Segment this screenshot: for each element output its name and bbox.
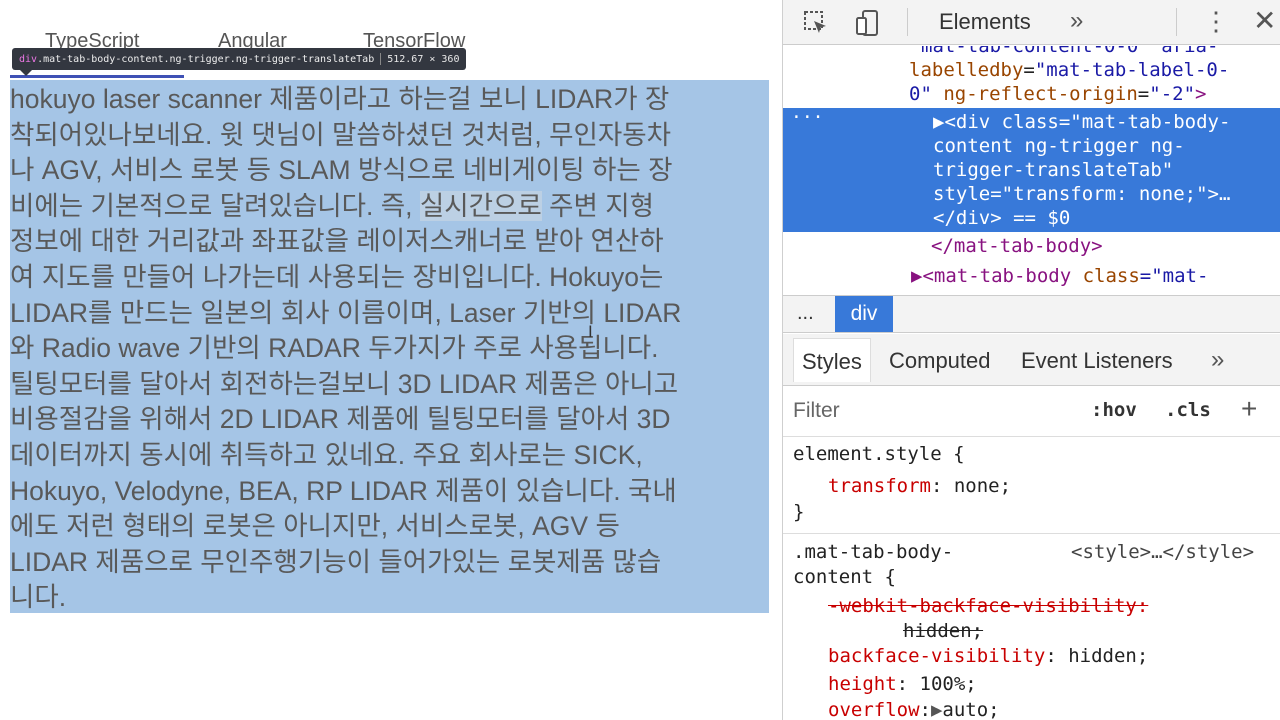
toolbar-divider — [907, 8, 908, 36]
new-rule-icon[interactable]: + — [1241, 393, 1257, 425]
dom-tree[interactable]: mat-tab-content-0-0" aria- labelledby="m… — [783, 46, 1280, 294]
css-declaration-overridden[interactable]: -webkit-backface-visibility: — [828, 594, 1148, 619]
dom-line: ▶<div class="mat-tab-body- — [933, 111, 1231, 133]
close-brace: } — [793, 501, 805, 523]
article-line: 데이터까지 동시에 취득하고 있네요. 주요 회사로는 SICK, — [10, 439, 643, 470]
styles-subtabs: Styles Computed Event Listeners » — [783, 334, 1280, 386]
article-line: LIDAR 제품으로 무인주행기능이 들어가있는 로봇제품 많습 — [10, 546, 662, 577]
article-line: hokuyo laser scanner 제품이라고 하는걸 보니 LIDAR가… — [10, 84, 670, 114]
styles-filter-bar: :hov .cls + — [783, 387, 1280, 437]
breadcrumb-overflow[interactable]: ... — [797, 302, 814, 325]
expand-triangle-icon[interactable]: ▶ — [931, 699, 942, 720]
article-segment: 주변 지형 — [541, 190, 655, 221]
devtools-toolbar: Elements » ⋮ ✕ — [783, 0, 1280, 45]
element-inspect-tooltip: div .mat-tab-body-content.ng-trigger.ng-t… — [12, 48, 467, 70]
highlighted-word: 실시간으로 — [419, 190, 542, 221]
article-line: 니다. — [10, 582, 67, 613]
tab-computed[interactable]: Computed — [889, 348, 991, 374]
dom-line: content ng-trigger ng- — [933, 135, 1185, 157]
selected-dom-node[interactable]: ▶<div class="mat-tab-body- content ng-tr… — [783, 108, 1280, 232]
element-style-selector: element.style { — [793, 443, 965, 465]
tooltip-classes: .mat-tab-body-content.ng-trigger.ng-trig… — [37, 53, 375, 65]
article-line: 비에는 기본적으로 달려있습니다. 즉, 실시간으로 주변 지형 — [10, 189, 769, 225]
styles-pane: element.style { transform: none; } .mat-… — [783, 438, 1280, 720]
close-icon[interactable]: ✕ — [1253, 4, 1276, 37]
dom-line: 0" ng-reflect-origin="-2"> — [909, 83, 1207, 105]
css-declaration[interactable]: height: 100%; — [828, 672, 977, 697]
tab-elements[interactable]: Elements — [939, 9, 1031, 35]
page-content: TypeScript Angular TensorFlow hokuyo las… — [0, 0, 782, 720]
article-line: LIDAR를 만드는 일본의 회사 이름이며, Laser 기반의 LIDAR — [10, 297, 682, 328]
css-declaration[interactable]: overflow:▶auto; — [828, 698, 1000, 720]
dom-line[interactable]: ▶<mat-tab-body class="mat- — [911, 264, 1208, 289]
dom-line: trigger-translateTab" — [933, 159, 1174, 181]
dom-line: </mat-tab-body> — [931, 235, 1103, 257]
tab-event-listeners[interactable]: Event Listeners — [1021, 348, 1173, 374]
article-line: 에도 저런 형태의 로봇은 아니지만, 서비스로봇, AGV 등 — [10, 511, 620, 542]
tab-styles[interactable]: Styles — [793, 338, 871, 382]
tooltip-arrow-icon — [20, 70, 32, 76]
rule-divider — [783, 533, 1280, 534]
rule-selector: content { — [793, 566, 896, 588]
article-line: Hokuyo, Velodyne, BEA, RP LIDAR 제품이 있습니다… — [10, 475, 677, 506]
text-cursor-icon: I — [588, 322, 593, 341]
css-value-overridden: hidden; — [903, 620, 984, 642]
tooltip-tag: div — [19, 53, 38, 65]
kebab-menu-icon[interactable]: ⋮ — [1203, 6, 1229, 37]
node-actions-icon[interactable]: ··· — [791, 106, 824, 131]
dom-line: mat-tab-content-0-0" aria- — [921, 46, 1219, 57]
tooltip-divider — [380, 53, 382, 65]
device-toolbar-icon[interactable] — [853, 8, 883, 38]
dom-line: </div> == $0 — [933, 207, 1071, 229]
article-line: 와 Radio wave 기반의 RADAR 두가지가 주로 사용됩니다. — [10, 333, 659, 364]
article-line: 착되어있나보네요. 윗 댓님이 말씀하셨던 것처럼, 무인자동차 — [10, 119, 672, 150]
article-line: 여 지도를 만들어 나가는데 사용되는 장비입니다. Hokuyo는 — [10, 261, 664, 292]
rule-selector: .mat-tab-body- — [793, 541, 954, 563]
article-line: 나 AGV, 서비스 로봇 등 SLAM 방식으로 네비게이팅 하는 장 — [10, 155, 673, 186]
article-line: 비용절감을 위해서 2D LIDAR 제품에 틸팅모터를 달아서 3D — [10, 404, 671, 435]
toolbar-divider — [1176, 8, 1177, 36]
more-tabs-icon[interactable]: » — [1070, 7, 1083, 35]
devtools-panel: Elements » ⋮ ✕ mat-tab-content-0-0" aria… — [782, 0, 1280, 720]
class-toggle[interactable]: .cls — [1165, 399, 1211, 421]
style-source-link[interactable]: <style>…</style> — [1071, 540, 1254, 565]
article-segment: 비에는 기본적으로 달려있습니다. 즉, — [10, 190, 420, 221]
tab-ink-bar — [10, 75, 184, 78]
breadcrumb: ... div — [783, 295, 1280, 333]
article-line: 틸팅모터를 달아서 회전하는걸보니 3D LIDAR 제품은 아니고 — [10, 368, 679, 399]
article-line: 정보에 대한 거리값과 좌표값을 레이저스캐너로 받아 연산하 — [10, 226, 664, 257]
tooltip-size: 512.67 × 360 — [387, 53, 460, 65]
dom-line: labelledby="mat-tab-label-0- — [909, 59, 1230, 81]
css-declaration[interactable]: transform: none; — [828, 474, 1011, 499]
inspect-element-icon[interactable] — [801, 8, 831, 38]
breadcrumb-current[interactable]: div — [835, 296, 893, 332]
article-text: hokuyo laser scanner 제품이라고 하는걸 보니 LIDAR가… — [10, 80, 769, 616]
dom-line: style="transform: none;">… — [933, 183, 1231, 205]
filter-input[interactable] — [793, 399, 1053, 423]
more-subtabs-icon[interactable]: » — [1211, 346, 1224, 374]
hover-state-toggle[interactable]: :hov — [1091, 399, 1137, 421]
css-declaration[interactable]: backface-visibility: hidden; — [828, 644, 1148, 669]
